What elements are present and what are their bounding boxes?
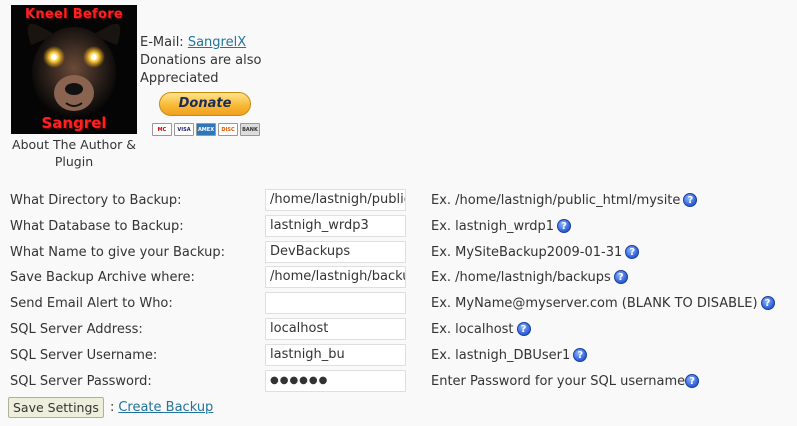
help-icon[interactable]: ? [683,193,698,207]
sql-address-row: SQL Server Address: localhost Ex. localh… [0,318,797,344]
donate-button[interactable]: Donate [159,92,251,116]
database-row: What Database to Backup: lastnigh_wrdp3 … [0,215,797,241]
action-bar: Save Settings: Create Backup [8,397,213,418]
create-backup-link[interactable]: Create Backup [118,400,213,415]
email-alert-label: Send Email Alert to Who: [10,296,173,311]
email-link[interactable]: SangrelX [188,35,246,50]
help-icon[interactable]: ? [516,322,531,336]
help-icon[interactable]: ? [557,219,571,233]
author-banner-bottom: Sangrel [41,114,107,132]
sql-username-label: SQL Server Username: [10,348,158,363]
sql-password-row: SQL Server Password: ●●●●●● Enter Passwo… [0,370,797,396]
action-separator: : [109,400,115,415]
amex-icon: AMEX [196,123,216,136]
directory-label: What Directory to Backup: [10,193,182,208]
sql-username-hint: Ex. lastnigh_DBUser1? [431,348,588,363]
archive-path-row: Save Backup Archive where: /home/lastnig… [0,266,797,292]
help-icon[interactable]: ? [625,245,640,259]
email-alert-row: Send Email Alert to Who: Ex. MyName@myse… [0,292,797,318]
save-settings-button[interactable]: Save Settings [8,397,104,418]
sql-username-row: SQL Server Username: lastnigh_bu Ex. las… [0,344,797,370]
bank-icon: BANK [240,123,260,136]
help-icon[interactable]: ? [573,348,588,362]
sql-address-label: SQL Server Address: [10,322,143,337]
sql-password-hint: Enter Password for your SQL username? [431,374,700,389]
database-label: What Database to Backup: [10,219,184,234]
archive-path-input[interactable]: /home/lastnigh/backups [265,266,406,288]
help-icon[interactable]: ? [613,270,628,284]
database-hint: Ex. lastnigh_wrdp1? [431,219,571,234]
directory-input[interactable]: /home/lastnigh/public_html/mysite [265,189,406,211]
backup-name-label: What Name to give your Backup: [10,245,226,260]
database-input[interactable]: lastnigh_wrdp3 [265,215,406,237]
donations-text: Donations are also Appreciated [140,53,262,86]
email-alert-input[interactable] [265,292,406,314]
directory-hint: Ex. /home/lastnigh/public_html/mysite? [431,193,698,208]
backup-name-row: What Name to give your Backup: DevBackup… [0,241,797,267]
author-caption[interactable]: About The Author & Plugin [11,136,137,170]
help-icon[interactable]: ? [760,296,775,310]
directory-row: What Directory to Backup: /home/lastnigh… [0,189,797,215]
sql-address-input[interactable]: localhost [265,318,406,340]
archive-path-hint: Ex. /home/lastnigh/backups? [431,270,628,285]
sql-username-input[interactable]: lastnigh_bu [265,344,406,366]
backup-name-hint: Ex. MySiteBackup2009-01-31? [431,245,640,260]
payment-cards: MC VISA AMEX DISC BANK [152,123,260,136]
visa-icon: VISA [174,123,194,136]
help-icon[interactable]: ? [685,374,700,388]
archive-path-label: Save Backup Archive where: [10,270,195,285]
sql-address-hint: Ex. localhost? [431,322,531,337]
author-photo[interactable]: Kneel Before Sangrel [11,5,137,134]
email-alert-hint: Ex. MyName@myserver.com (BLANK TO DISABL… [431,296,775,311]
sql-password-input[interactable]: ●●●●●● [265,370,406,392]
mastercard-icon: MC [152,123,172,136]
backup-name-input[interactable]: DevBackups [265,241,406,263]
email-label: E-Mail: [140,35,184,50]
discover-icon: DISC [218,123,238,136]
sql-password-label: SQL Server Password: [10,374,152,389]
contact-block: E-Mail: SangrelX Donations are also Appr… [140,34,270,88]
